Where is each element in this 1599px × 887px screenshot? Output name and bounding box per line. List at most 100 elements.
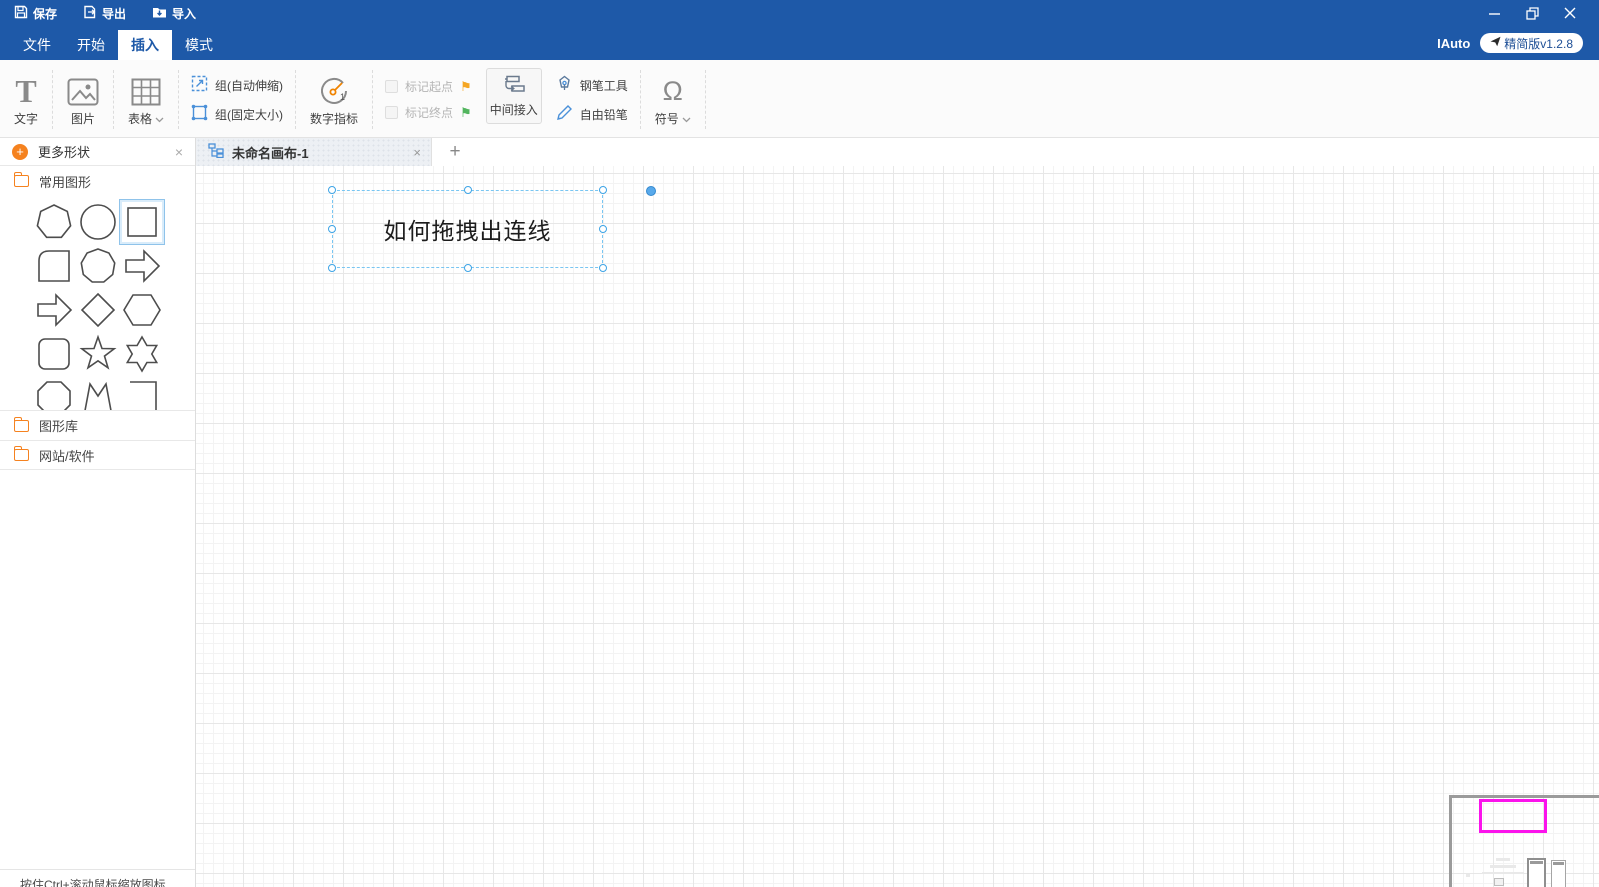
gauge-icon: 1 (319, 72, 349, 106)
canvas-tab-close-icon[interactable]: × (413, 145, 421, 160)
main-area: + 更多形状 × 常用图形 图形库 (0, 138, 1599, 887)
image-tool-button[interactable]: 图片 (53, 66, 113, 133)
zoom-hint-text: 按住Ctrl+滚动鼠标缩放图标大小 (0, 869, 195, 887)
minimap-thumbnail-mark (1494, 878, 1504, 886)
resize-handle-se[interactable] (599, 264, 607, 272)
shape-nonagon[interactable] (76, 244, 120, 288)
resize-handle-nw[interactable] (328, 186, 336, 194)
pen-tool-button[interactable]: 钢笔工具 (556, 75, 628, 95)
shape-star-5[interactable] (76, 332, 120, 376)
resize-handle-n[interactable] (464, 186, 472, 194)
symbol-button[interactable]: Ω 符号 (641, 66, 705, 133)
shape-arrow-right[interactable] (120, 244, 164, 288)
flag-orange-icon: ⚑ (460, 79, 472, 95)
version-badge[interactable]: 精简版v1.2.8 (1480, 33, 1583, 53)
free-pencil-button[interactable]: 自由铅笔 (556, 104, 628, 124)
section-common-shapes[interactable]: 常用图形 (0, 166, 195, 196)
add-shapes-icon[interactable]: + (12, 144, 28, 160)
export-label: 导出 (102, 5, 126, 22)
minimap-thumbnail-mark (1482, 872, 1524, 874)
checkbox-icon (385, 106, 398, 119)
canvas-tab[interactable]: 未命名画布-1 × (196, 138, 432, 166)
text-tool-button[interactable]: T 文字 (0, 66, 52, 133)
shape-octagon[interactable] (32, 376, 76, 410)
ribbon-separator (705, 70, 706, 129)
resize-handle-s[interactable] (464, 264, 472, 272)
save-icon (14, 5, 28, 22)
resize-handle-w[interactable] (328, 225, 336, 233)
mark-tools: 标记起点 ⚑ 标记终点 ⚑ (373, 66, 484, 133)
menu-tab-mode[interactable]: 模式 (172, 30, 226, 60)
minimap-phone-shape (1527, 858, 1546, 887)
text-icon: T (15, 76, 36, 106)
brand-label: IAuto (1437, 36, 1470, 51)
save-button[interactable]: 保存 (14, 5, 57, 22)
group-fixed-icon (191, 104, 208, 124)
new-tab-button[interactable]: + (432, 138, 478, 166)
group-auto-button[interactable]: 组(自动伸缩) (191, 75, 283, 95)
close-icon[interactable] (1563, 6, 1577, 20)
export-button[interactable]: 导出 (83, 5, 126, 22)
menu-tabs: 文件 开始 插入 模式 (0, 30, 226, 60)
menu-tab-file[interactable]: 文件 (10, 30, 64, 60)
folder-icon (14, 449, 29, 461)
shape-square[interactable] (120, 200, 164, 244)
pencil-icon (556, 104, 573, 124)
canvas-tab-title: 未命名画布-1 (232, 143, 405, 162)
resize-handle-sw[interactable] (328, 264, 336, 272)
titlebar: 保存 导出 导入 (0, 0, 1599, 26)
resize-handle-ne[interactable] (599, 186, 607, 194)
connection-point-dot[interactable] (646, 186, 656, 196)
shape-hexagon[interactable] (120, 288, 164, 332)
restore-icon[interactable] (1525, 6, 1539, 20)
shape-double-peak[interactable] (76, 376, 120, 410)
sidebar-title: 更多形状 (38, 142, 165, 161)
table-tool-button[interactable]: 表格 (114, 66, 178, 133)
section-shape-library[interactable]: 图形库 (0, 410, 195, 440)
menu-tab-home[interactable]: 开始 (64, 30, 118, 60)
canvas-area: 未命名画布-1 × + 如何拖拽出连线 (196, 138, 1599, 887)
folder-icon (14, 175, 29, 187)
shape-corner-bracket[interactable] (120, 376, 164, 410)
menu-right: IAuto 精简版v1.2.8 (1437, 33, 1599, 60)
canvas-tree-icon (208, 143, 224, 161)
shape-circle[interactable] (76, 200, 120, 244)
minimap-phone-shape (1551, 860, 1566, 887)
shape-arrow-right[interactable] (32, 288, 76, 332)
chevron-down-icon (682, 112, 691, 126)
group-fixed-button[interactable]: 组(固定大小) (191, 104, 283, 124)
import-label: 导入 (172, 5, 196, 22)
shape-rounded-corner-square[interactable] (32, 244, 76, 288)
canvas-tabbar: 未命名画布-1 × + (196, 138, 1599, 166)
drawing-canvas[interactable]: 如何拖拽出连线 (196, 166, 1599, 887)
selected-text-element[interactable]: 如何拖拽出连线 (332, 190, 603, 268)
import-button[interactable]: 导入 (152, 5, 196, 22)
shape-rounded-square[interactable] (32, 332, 76, 376)
flag-green-icon: ⚑ (460, 105, 472, 121)
shape-diamond[interactable] (76, 288, 120, 332)
image-icon (67, 72, 99, 106)
middle-access-icon (503, 75, 525, 96)
save-label: 保存 (33, 5, 57, 22)
resize-handle-e[interactable] (599, 225, 607, 233)
quick-access-toolbar: 保存 导出 导入 (14, 5, 196, 22)
minimap-viewport-rect[interactable] (1479, 799, 1547, 833)
table-icon (131, 72, 161, 106)
shape-star-6[interactable] (120, 332, 164, 376)
minimap[interactable] (1449, 795, 1599, 887)
section-website-software[interactable]: 网站/软件 (0, 440, 195, 470)
shape-heptagon[interactable] (32, 200, 76, 244)
svg-text:1: 1 (340, 92, 345, 102)
sidebar-close-icon[interactable]: × (175, 144, 183, 160)
numeric-indicator-button[interactable]: 1 数字指标 (296, 66, 372, 133)
minimap-thumbnail-mark (1490, 865, 1516, 868)
text-element-content[interactable]: 如何拖拽出连线 (384, 212, 552, 246)
middle-access-button[interactable]: 中间接入 (486, 68, 542, 124)
minimize-icon[interactable] (1487, 6, 1501, 20)
menu-row: 文件 开始 插入 模式 IAuto 精简版v1.2.8 (0, 26, 1599, 60)
mark-end-checkbox[interactable]: 标记终点 ⚑ (385, 104, 472, 121)
chevron-down-icon (155, 112, 164, 126)
mark-start-checkbox[interactable]: 标记起点 ⚑ (385, 78, 472, 95)
menu-tab-insert[interactable]: 插入 (118, 30, 172, 60)
checkbox-icon (385, 80, 398, 93)
